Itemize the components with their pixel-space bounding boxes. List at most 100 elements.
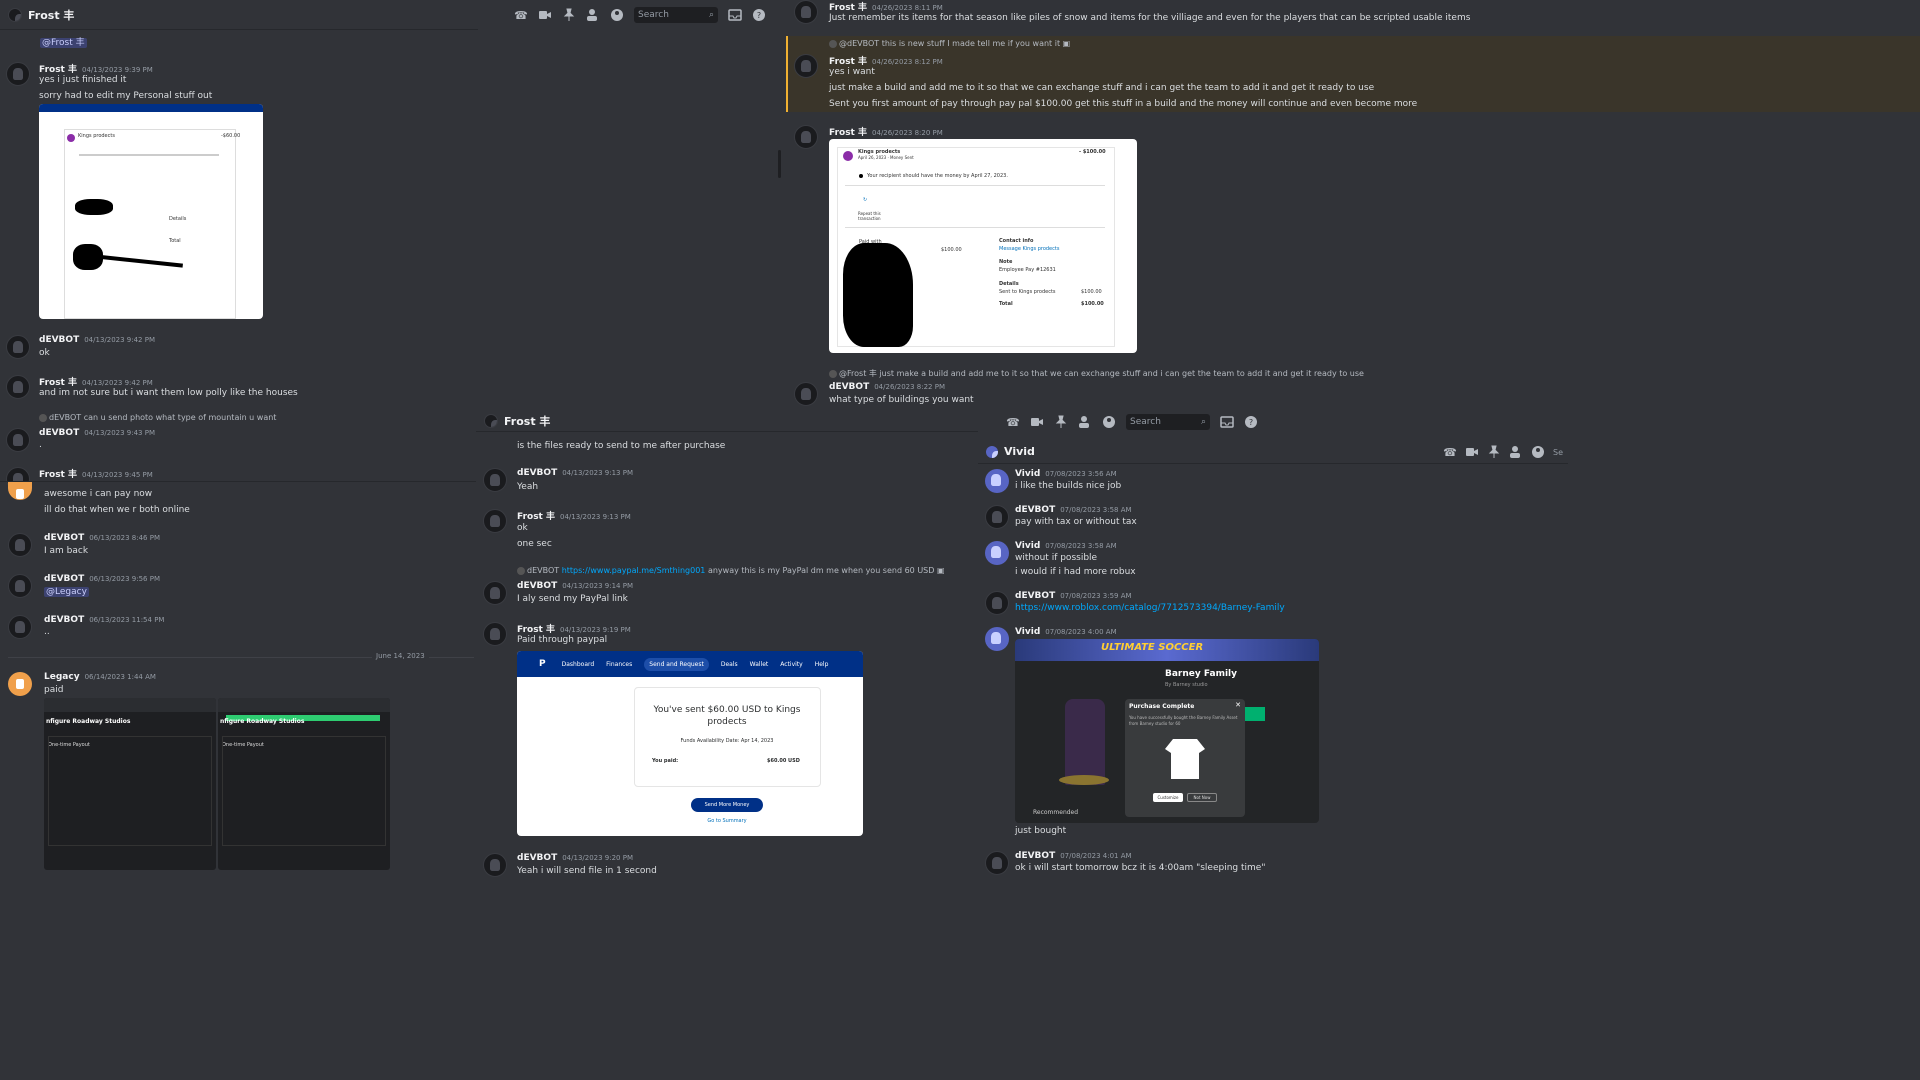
reply-preview[interactable]: @Frost 丰 just make a build and add me to… [829, 368, 1364, 379]
profile-icon[interactable] [1531, 445, 1545, 459]
author-name[interactable]: Frost 丰 04/13/2023 9:42 PM [39, 375, 153, 388]
paypal-nav-item[interactable]: Finances [606, 661, 632, 668]
author-name[interactable]: dEVBOT 07/08/2023 4:01 AM [1015, 851, 1132, 861]
pin-icon[interactable] [562, 8, 576, 22]
author-name[interactable]: Vivid 07/08/2023 4:00 AM [1015, 627, 1117, 637]
paypal-link[interactable]: https://www.paypal.me/Smthing001 [562, 566, 706, 575]
reply-preview[interactable]: dEVBOT https://www.paypal.me/Smthing001 … [517, 566, 945, 575]
receipt-image[interactable]: Kings prodects -$60.00 Details Total [39, 104, 263, 319]
author-name[interactable]: Frost 丰 04/13/2023 9:13 PM [517, 509, 631, 522]
go-to-summary-link[interactable]: Go to Summary [691, 818, 763, 824]
author-name[interactable]: Frost 丰 04/13/2023 9:19 PM [517, 622, 631, 635]
avatar[interactable] [8, 482, 32, 500]
author-name[interactable]: dEVBOT 07/08/2023 3:59 AM [1015, 591, 1132, 601]
help-icon[interactable]: ? [1244, 415, 1258, 429]
pin-icon[interactable] [1487, 445, 1501, 459]
avatar[interactable] [985, 627, 1009, 651]
screenshot-image[interactable]: nfigure Roadway Studios One-time Payout [218, 698, 390, 870]
search-input[interactable]: Search ⌕ [634, 7, 718, 23]
customize-button[interactable]: Customize [1153, 793, 1183, 802]
mention[interactable]: @Frost 丰 [40, 38, 87, 48]
paypal-screenshot[interactable]: P Dashboard Finances Send and Request De… [517, 651, 863, 836]
author-name[interactable]: dEVBOT 06/13/2023 9:56 PM [44, 574, 160, 584]
reply-preview[interactable]: @dEVBOT this is new stuff I made tell me… [829, 39, 1070, 48]
avatar[interactable] [6, 375, 30, 399]
inbox-icon[interactable] [1220, 415, 1234, 429]
paypal-headline: You've sent $60.00 USD to Kings prodects [653, 705, 801, 727]
avatar[interactable] [985, 469, 1009, 493]
paypal-nav-item[interactable]: Help [815, 661, 829, 668]
timestamp: 04/13/2023 9:13 PM [562, 469, 633, 477]
video-icon[interactable] [1030, 415, 1044, 429]
author-name[interactable]: dEVBOT 04/13/2023 9:43 PM [39, 428, 155, 438]
author-name[interactable]: Frost 丰 04/13/2023 9:39 PM [39, 62, 153, 75]
avatar[interactable] [483, 581, 507, 605]
author-name[interactable]: dEVBOT 04/13/2023 9:14 PM [517, 581, 633, 591]
image-icon: ▣ [936, 566, 945, 575]
mention[interactable]: @Legacy [44, 587, 89, 597]
author-name[interactable]: Vivid 07/08/2023 3:56 AM [1015, 469, 1117, 479]
avatar[interactable] [6, 62, 30, 86]
add-member-icon[interactable] [1509, 445, 1523, 459]
avatar[interactable] [794, 125, 818, 149]
screenshot-image[interactable]: nfigure Roadway Studios One-time Payout [44, 698, 216, 870]
search-input[interactable]: Search ⌕ [1126, 414, 1210, 430]
add-member-icon[interactable] [586, 8, 600, 22]
avatar[interactable] [8, 533, 32, 557]
author-name[interactable]: dEVBOT 04/26/2023 8:22 PM [829, 382, 945, 392]
roblox-screenshot[interactable]: ULTIMATE SOCCER Barney Family By Barney … [1015, 639, 1319, 823]
video-icon[interactable] [538, 8, 552, 22]
avatar[interactable] [794, 0, 818, 24]
send-more-button[interactable]: Send More Money [691, 798, 763, 812]
avatar[interactable] [794, 382, 818, 406]
avatar[interactable] [985, 591, 1009, 615]
pin-icon[interactable] [1054, 415, 1068, 429]
avatar[interactable] [6, 335, 30, 359]
avatar[interactable] [483, 468, 507, 492]
avatar[interactable] [985, 541, 1009, 565]
author-name[interactable]: Frost 丰 04/26/2023 8:20 PM [829, 125, 943, 138]
not-now-button[interactable]: Not Now [1187, 793, 1217, 802]
search-input[interactable]: Se [1553, 448, 1563, 457]
author-name[interactable]: dEVBOT 04/13/2023 9:20 PM [517, 853, 633, 863]
call-icon[interactable]: ☎ [514, 8, 528, 22]
author-name[interactable]: Frost 丰 04/13/2023 9:45 PM [39, 467, 153, 480]
paypal-nav-item[interactable]: Send and Request [644, 657, 709, 671]
inbox-icon[interactable] [728, 8, 742, 22]
reply-preview[interactable]: dEVBOT can u send photo what type of mou… [39, 413, 276, 422]
author-name[interactable]: dEVBOT 07/08/2023 3:58 AM [1015, 505, 1132, 515]
avatar[interactable] [483, 509, 507, 533]
avatar[interactable] [985, 505, 1009, 529]
paypal-nav-item[interactable]: Dashboard [562, 661, 595, 668]
profile-icon[interactable] [610, 8, 624, 22]
avatar[interactable] [6, 428, 30, 452]
author-name[interactable]: dEVBOT 04/13/2023 9:13 PM [517, 468, 633, 478]
author-name[interactable]: dEVBOT 06/13/2023 8:46 PM [44, 533, 160, 543]
author-name[interactable]: dEVBOT 04/13/2023 9:42 PM [39, 335, 155, 345]
author-name[interactable]: Frost 丰 04/26/2023 8:12 PM [829, 54, 943, 67]
avatar[interactable] [8, 574, 32, 598]
paypal-nav-item[interactable]: Deals [721, 661, 738, 668]
add-member-icon[interactable] [1078, 415, 1092, 429]
author-name[interactable]: Vivid 07/08/2023 3:58 AM [1015, 541, 1117, 551]
avatar[interactable] [483, 853, 507, 877]
receipt-image[interactable]: Kings prodects April 26, 2023 · Money Se… [829, 139, 1137, 353]
author-name[interactable]: Legacy 06/14/2023 1:44 AM [44, 672, 156, 682]
avatar[interactable] [794, 54, 818, 78]
paypal-nav-item[interactable]: Wallet [750, 661, 769, 668]
close-icon[interactable]: ✕ [1235, 701, 1241, 709]
paypal-nav-item[interactable]: Activity [780, 661, 802, 668]
call-icon[interactable]: ☎ [1006, 415, 1020, 429]
author-name[interactable]: Frost 丰 04/26/2023 8:11 PM [829, 0, 943, 13]
author-name[interactable]: dEVBOT 06/13/2023 11:54 PM [44, 615, 164, 625]
video-icon[interactable] [1465, 445, 1479, 459]
profile-icon[interactable] [1102, 415, 1116, 429]
avatar[interactable] [8, 615, 32, 639]
avatar[interactable] [985, 851, 1009, 875]
call-icon[interactable]: ☎ [1443, 445, 1457, 459]
avatar[interactable] [483, 622, 507, 646]
timestamp: 07/08/2023 4:01 AM [1060, 852, 1132, 860]
roblox-link[interactable]: https://www.roblox.com/catalog/771257339… [1015, 603, 1285, 613]
help-icon[interactable]: ? [752, 8, 766, 22]
avatar[interactable] [8, 672, 32, 696]
